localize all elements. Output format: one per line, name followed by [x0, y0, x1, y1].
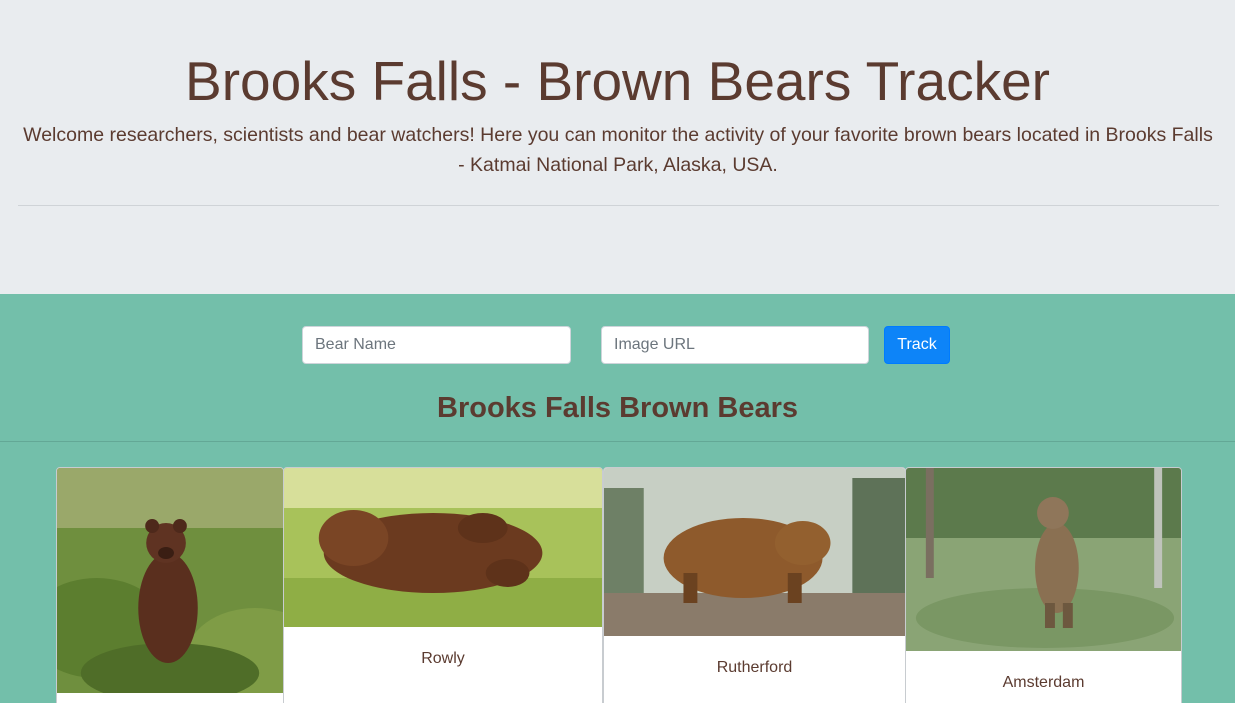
bear-name: Rowly — [421, 650, 465, 667]
jumbotron-header: Brooks Falls - Brown Bears Tracker Welco… — [0, 0, 1235, 294]
header-divider — [18, 205, 1219, 206]
track-button[interactable]: Track — [884, 326, 950, 364]
bear-name: Amsterdam — [1002, 674, 1085, 691]
main-section: Track Brooks Falls Brown Bears — [0, 294, 1235, 703]
bear-card[interactable] — [56, 467, 284, 703]
bear-photo — [604, 468, 905, 636]
welcome-text: Welcome researchers, scientists and bear… — [23, 124, 1213, 176]
bear-photo — [57, 468, 283, 693]
bear-photo — [906, 468, 1181, 651]
bear-card[interactable]: Rutherford — [603, 467, 906, 703]
bear-card[interactable]: Rowly — [283, 467, 603, 703]
image-url-input[interactable] — [601, 326, 869, 364]
section-divider — [0, 441, 1235, 442]
section-title: Brooks Falls Brown Bears — [437, 392, 798, 424]
bear-name-input[interactable] — [302, 326, 571, 364]
bear-card[interactable]: Amsterdam — [905, 467, 1182, 703]
page-title: Brooks Falls - Brown Bears Tracker — [185, 50, 1050, 112]
bear-photo — [284, 468, 602, 627]
bear-name: Rutherford — [716, 659, 793, 676]
